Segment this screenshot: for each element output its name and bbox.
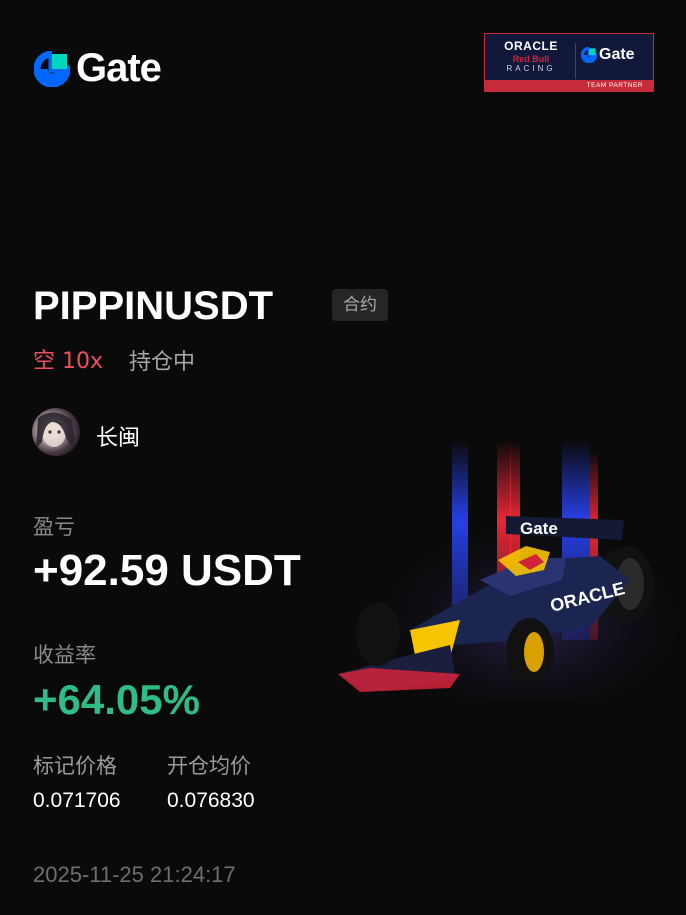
username: 长闽 — [96, 426, 141, 451]
entry-price-value: 0.076830 — [167, 789, 255, 812]
oracle-redbull-racing-logo: ORACLE Red Bull RACING — [493, 39, 569, 73]
gate-logo-text: Gate — [76, 46, 162, 90]
team-partner-bar: TEAM PARTNER — [485, 80, 653, 91]
avatar-portrait — [36, 412, 76, 452]
timestamp: 2025-11-25 21:24:17 — [33, 862, 236, 887]
roi-label: 收益率 — [33, 643, 96, 667]
pnl-label: 盈亏 — [33, 515, 75, 539]
entry-price-label: 开仓均价 — [167, 754, 251, 778]
roi-value: +64.05% — [33, 676, 200, 723]
position-side-leverage: 空 10x — [33, 349, 104, 374]
trading-pair: PIPPINUSDT — [33, 284, 274, 328]
racing-text: RACING — [506, 64, 556, 73]
gate-logo: Gate — [34, 46, 162, 91]
redbull-text: Red Bull — [512, 54, 550, 64]
wing-gate-text: Gate — [520, 519, 558, 538]
partner-gate-logo: Gate — [581, 46, 635, 64]
f1-car-illustration: Gate ORACLE — [338, 440, 686, 700]
pnl-value: +92.59 USDT — [33, 546, 301, 595]
gate-small-icon — [581, 47, 597, 63]
team-partner-badge: ORACLE Red Bull RACING Gate TEAM PARTNER — [484, 33, 654, 92]
position-status: 持仓中 — [129, 350, 196, 375]
avatar — [32, 408, 80, 456]
mark-price-label: 标记价格 — [33, 754, 117, 778]
oracle-text: ORACLE — [504, 39, 558, 53]
partner-divider — [575, 43, 576, 79]
gate-logo-icon — [34, 50, 70, 87]
partner-gate-text: Gate — [599, 46, 635, 63]
mark-price-value: 0.071706 — [33, 789, 121, 812]
contract-tag: 合约 — [332, 289, 388, 321]
